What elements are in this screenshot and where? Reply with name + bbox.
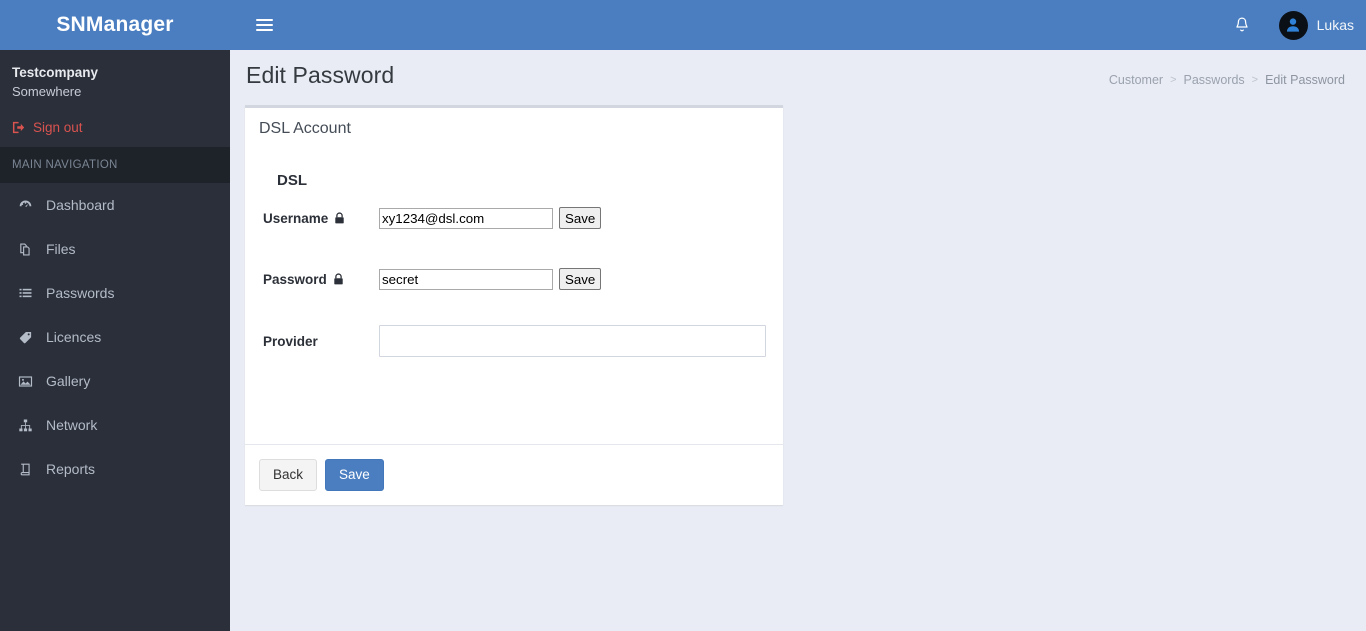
tag-icon [14, 330, 36, 345]
hamburger-icon[interactable] [244, 0, 284, 50]
book-icon [14, 462, 36, 477]
sidebar-item-label: Passwords [46, 285, 115, 301]
edit-password-card: DSL Account DSL Username xy1234@dsl.com … [245, 105, 783, 505]
sidebar-item-label: Licences [46, 329, 102, 345]
username-label: Username [263, 211, 379, 226]
main-navigation: Dashboard Files Passwords Licences Galle… [0, 183, 230, 491]
files-icon [14, 242, 36, 257]
avatar [1278, 10, 1308, 40]
password-label: Password [263, 272, 379, 287]
sidebar: SNManager Testcompany Somewhere Sign out… [0, 0, 230, 631]
application-window: SNManager Testcompany Somewhere Sign out… [0, 0, 1366, 631]
page-title: Edit Password [246, 62, 395, 88]
breadcrumb-separator: > [1170, 74, 1177, 86]
hamburger-bar [255, 18, 273, 22]
sidebar-item-passwords[interactable]: Passwords [0, 271, 230, 315]
list-icon [14, 286, 36, 301]
dashboard-icon [14, 198, 36, 213]
sidebar-item-label: Files [46, 241, 76, 257]
brand-logo[interactable]: SNManager [0, 0, 230, 50]
sidebar-item-label: Reports [46, 461, 96, 477]
sidebar-item-files[interactable]: Files [0, 227, 230, 271]
breadcrumb-item-passwords[interactable]: Passwords [1184, 73, 1245, 87]
sitemap-icon [14, 418, 36, 433]
top-navigation-bar: Lukas [230, 0, 1366, 50]
sign-out-link[interactable]: Sign out [0, 108, 230, 147]
sidebar-item-licences[interactable]: Licences [0, 315, 230, 359]
brand-name: SNManager [56, 13, 174, 36]
username-input[interactable] [379, 207, 553, 229]
provider-label-text: Provider [263, 333, 318, 349]
sidebar-item-label: Network [46, 417, 98, 433]
back-button[interactable]: Back [259, 459, 318, 491]
sign-out-icon [12, 120, 27, 135]
page-header: Edit Password Customer > Passwords > Edi… [230, 50, 1366, 102]
form-row-username: Username Save [245, 207, 783, 229]
password-input[interactable] [379, 268, 553, 290]
sidebar-item-label: Dashboard [46, 197, 115, 213]
image-icon [14, 374, 36, 389]
notification-bell-icon[interactable] [1224, 0, 1260, 50]
card-title: DSL Account [259, 120, 351, 137]
company-location: Somewhere [12, 84, 82, 99]
form-row-provider: Provider [245, 325, 783, 357]
hamburger-bar [255, 28, 273, 32]
section-title: DSL [277, 172, 307, 189]
breadcrumb-item-edit-password: Edit Password [1265, 73, 1345, 87]
provider-label: Provider [263, 334, 379, 349]
lock-icon [333, 273, 344, 285]
username-save-button[interactable]: Save [559, 207, 602, 229]
password-label-text: Password [263, 271, 327, 287]
username-label-text: Username [263, 210, 329, 226]
card-header: DSL Account [245, 108, 783, 148]
lock-icon [334, 212, 345, 224]
sign-out-label: Sign out [33, 120, 83, 135]
sidebar-user-panel: Testcompany Somewhere [0, 50, 230, 108]
sidebar-item-label: Gallery [46, 373, 91, 389]
save-button[interactable]: Save [325, 459, 384, 491]
content-area: Edit Password Customer > Passwords > Edi… [230, 50, 1366, 631]
company-name: Testcompany [12, 65, 99, 80]
provider-input[interactable] [379, 325, 766, 357]
nav-section-header: MAIN NAVIGATION [0, 147, 230, 183]
user-menu[interactable]: Lukas [1278, 0, 1354, 50]
card-body: DSL Username Save [245, 148, 783, 444]
password-save-button[interactable]: Save [559, 268, 602, 290]
hamburger-bar [255, 23, 273, 27]
user-name-label: Lukas [1316, 17, 1354, 33]
sidebar-item-network[interactable]: Network [0, 403, 230, 447]
breadcrumb-item-customer[interactable]: Customer [1109, 73, 1163, 87]
sidebar-item-dashboard[interactable]: Dashboard [0, 183, 230, 227]
sidebar-item-reports[interactable]: Reports [0, 447, 230, 491]
breadcrumb-separator: > [1251, 74, 1259, 86]
card-footer: Back Save [245, 444, 783, 505]
sidebar-item-gallery[interactable]: Gallery [0, 359, 230, 403]
form-row-password: Password Save [245, 268, 783, 290]
breadcrumb: Customer > Passwords > Edit Password [1109, 73, 1345, 87]
